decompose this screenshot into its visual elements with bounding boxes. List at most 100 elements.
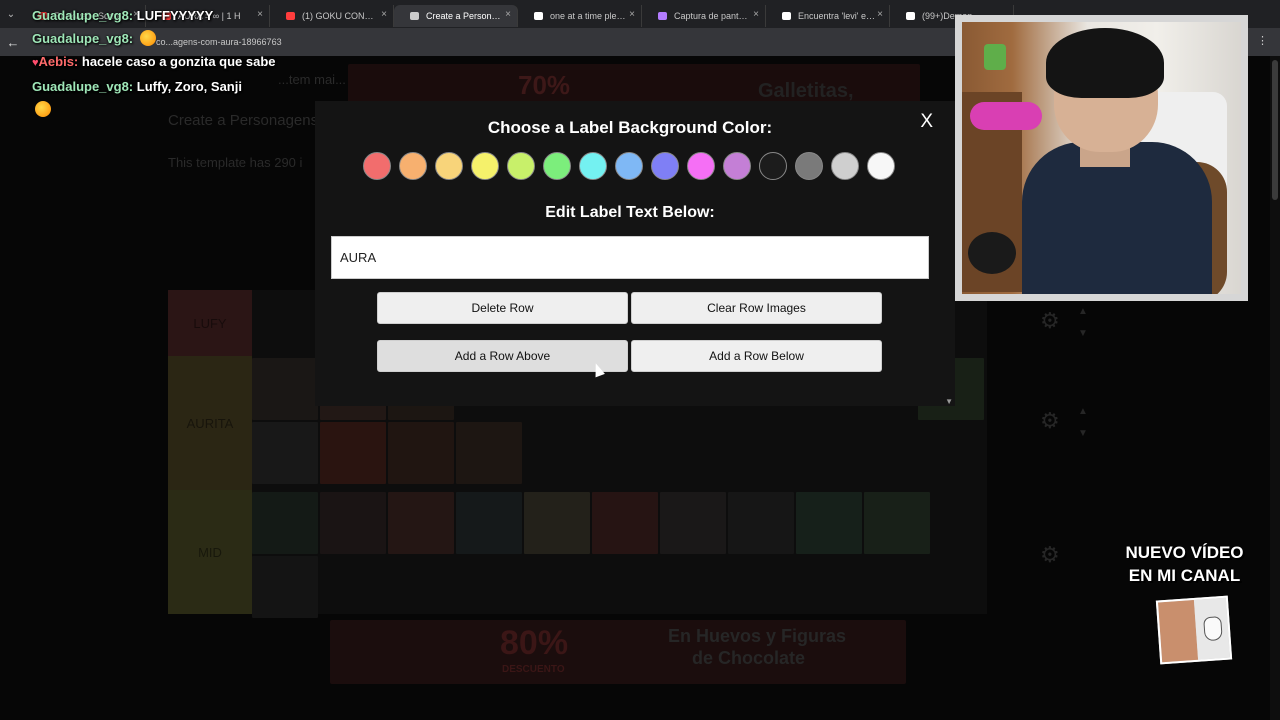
character-thumb[interactable] — [456, 422, 522, 484]
character-thumb[interactable] — [320, 492, 386, 554]
row-down-arrow-icon[interactable]: ▼ — [1078, 328, 1088, 339]
figure-shape — [984, 44, 1006, 70]
row-up-arrow-icon[interactable]: ▲ — [1078, 406, 1088, 417]
hair-shape — [1046, 28, 1164, 98]
chat-username: Guadalupe_vg8: — [32, 79, 134, 94]
chat-text: hacele caso a gonzita que sabe — [81, 54, 276, 69]
color-swatch-red[interactable] — [363, 152, 391, 180]
close-tab-icon[interactable]: × — [629, 9, 635, 20]
tier-label-aurita[interactable]: AURITA — [168, 356, 252, 490]
row-settings-gear-icon[interactable]: ⚙ — [1040, 542, 1060, 568]
character-thumb[interactable] — [252, 556, 318, 618]
bottom-ad-banner[interactable]: 80% DESCUENTO En Huevos y Figuras de Cho… — [330, 620, 906, 684]
color-swatch-light-blue[interactable] — [615, 152, 643, 180]
color-swatch-white[interactable] — [867, 152, 895, 180]
color-swatch-purple[interactable] — [723, 152, 751, 180]
character-thumb[interactable] — [660, 492, 726, 554]
tab-5[interactable]: Captura de pantalla × — [642, 5, 766, 27]
color-swatch-gray[interactable] — [795, 152, 823, 180]
close-tab-icon[interactable]: × — [381, 9, 387, 20]
character-thumb[interactable] — [524, 492, 590, 554]
color-swatch-light-orange[interactable] — [435, 152, 463, 180]
character-thumb[interactable] — [728, 492, 794, 554]
scroll-down-arrow-icon[interactable]: ▼ — [945, 397, 953, 406]
character-thumb[interactable] — [320, 422, 386, 484]
label-text-input[interactable]: AURA — [331, 236, 929, 279]
laughing-emoji-icon — [139, 30, 156, 46]
chat-message: Guadalupe_vg8: Luffy, Zoro, Sanji — [32, 75, 292, 121]
character-thumb[interactable] — [252, 358, 318, 420]
color-swatch-black[interactable] — [759, 152, 787, 180]
row-settings-gear-icon[interactable]: ⚙ — [1040, 408, 1060, 434]
tiktok-icon — [534, 12, 543, 20]
character-thumb[interactable] — [388, 492, 454, 554]
screen: ⌄ Rockwell - Somebod × AURA = ∞ | 1 H × (1… — [0, 0, 1280, 720]
color-swatch-orange[interactable] — [399, 152, 427, 180]
row-down-arrow-icon[interactable]: ▼ — [1078, 428, 1088, 439]
tier-label-mid[interactable]: MID — [168, 490, 252, 614]
tab-search-icon[interactable]: ⌄ — [0, 9, 22, 20]
color-swatch-yellow[interactable] — [471, 152, 499, 180]
tier-label-text: LUFY — [193, 315, 227, 331]
tab-4[interactable]: one at a time please × — [518, 5, 642, 27]
new-video-promo: NUEVO VÍDEO EN MI CANAL — [1112, 541, 1257, 587]
ad-line1: En Huevos y Figuras — [668, 626, 847, 646]
character-thumb[interactable] — [796, 492, 862, 554]
tier-label-text: AURITA — [186, 415, 234, 431]
color-swatch-green[interactable] — [543, 152, 571, 180]
character-thumb[interactable] — [252, 422, 318, 484]
character-thumb[interactable] — [252, 492, 318, 554]
label-settings-modal: X Choose a Label Background Color: Edit … — [315, 101, 955, 406]
color-swatch-blue[interactable] — [651, 152, 679, 180]
chat-message: Guadalupe_vg8: LUFFYYYYY — [32, 4, 292, 27]
close-tab-icon[interactable]: × — [877, 9, 883, 20]
close-tab-icon[interactable]: × — [753, 9, 759, 20]
character-thumb[interactable] — [592, 492, 658, 554]
row-settings-gear-icon[interactable]: ⚙ — [1040, 308, 1060, 334]
delete-row-button[interactable]: Delete Row — [377, 292, 628, 324]
character-thumb[interactable] — [388, 422, 454, 484]
promo-line2: EN MI CANAL — [1128, 566, 1241, 585]
chat-text: Luffy, Zoro, Sanji — [136, 79, 242, 94]
page-scrollbar-thumb[interactable] — [1272, 60, 1278, 200]
chat-username: Guadalupe_vg8: — [32, 31, 134, 46]
character-thumb[interactable] — [456, 492, 522, 554]
modal-title: Choose a Label Background Color: — [487, 118, 773, 137]
ad-discount-label: DESCUENTO — [502, 664, 565, 675]
promo-line1: NUEVO VÍDEO — [1125, 543, 1244, 562]
tab-title: one at a time please — [550, 11, 628, 21]
tab-title: Encuentra 'levi' en Ti — [798, 11, 876, 21]
tab-3-active[interactable]: Create a Personagens× — [394, 5, 518, 27]
clear-row-images-button[interactable]: Clear Row Images — [631, 292, 882, 324]
webcam-feed — [962, 22, 1241, 294]
snip-icon — [658, 12, 667, 20]
chat-username: Guadalupe_vg8: — [32, 8, 134, 23]
tiktok-icon — [906, 12, 915, 20]
chat-message: ♥Aebis: hacele caso a gonzita que sabe — [32, 50, 292, 75]
color-swatches — [363, 152, 903, 180]
tab-6[interactable]: Encuentra 'levi' en Ti × — [766, 5, 890, 27]
ad-line2: de Chocolate — [692, 648, 806, 668]
color-swatch-lime[interactable] — [507, 152, 535, 180]
ad-discount: 80% — [500, 624, 569, 662]
character-thumb[interactable] — [864, 492, 930, 554]
kebab-menu-icon[interactable]: ⋮ — [1257, 34, 1268, 47]
modal-scrollbar[interactable]: ▼ — [945, 101, 955, 406]
color-swatch-cyan[interactable] — [579, 152, 607, 180]
back-arrow-icon[interactable]: ← — [0, 35, 26, 50]
tiktok-icon — [782, 12, 791, 20]
tier-label-lufy[interactable]: LUFY — [168, 290, 252, 356]
stream-chat: Guadalupe_vg8: LUFFYYYYY Guadalupe_vg8: … — [32, 4, 292, 121]
chat-message: Guadalupe_vg8: — [32, 27, 292, 50]
ad-discount: 70% — [518, 70, 571, 100]
dim-text: This template has 290 i — [168, 155, 303, 170]
add-row-below-button[interactable]: Add a Row Below — [631, 340, 882, 372]
tab-title: (1) GOKU CONOCE A — [302, 11, 380, 21]
close-tab-icon[interactable]: × — [505, 9, 511, 20]
row-up-arrow-icon[interactable]: ▲ — [1078, 306, 1088, 317]
color-swatch-light-gray[interactable] — [831, 152, 859, 180]
color-swatch-magenta[interactable] — [687, 152, 715, 180]
promo-thumbnail — [1155, 595, 1233, 665]
add-row-above-button[interactable]: Add a Row Above — [377, 340, 628, 372]
laughing-emoji-icon — [35, 101, 51, 117]
